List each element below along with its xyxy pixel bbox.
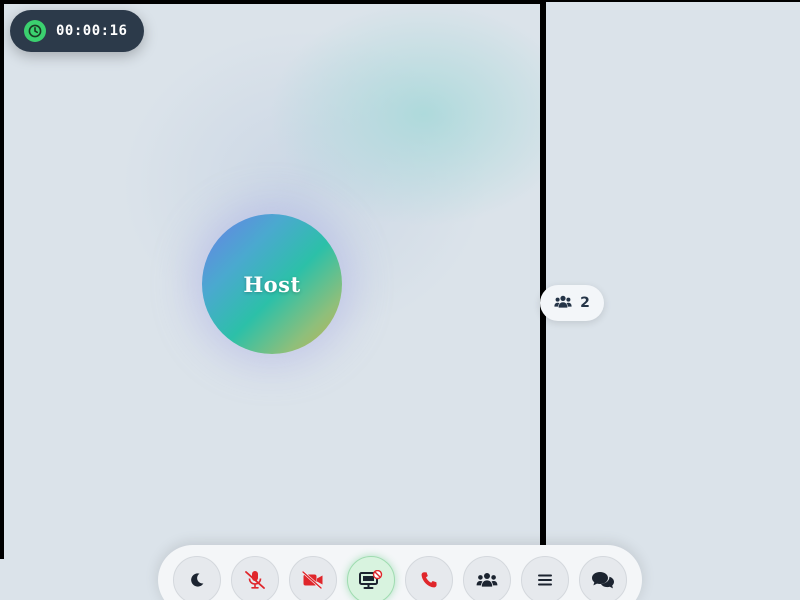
microphone-muted-icon <box>244 570 266 590</box>
end-call-button[interactable] <box>405 556 453 600</box>
menu-button[interactable] <box>521 556 569 600</box>
call-controls-toolbar <box>158 545 642 600</box>
clock-icon <box>24 20 46 42</box>
screen-share-blocked-icon <box>359 570 383 590</box>
phone-icon <box>420 571 438 589</box>
video-call-screen: Host 00:00:16 2 <box>0 0 800 600</box>
chat-bubbles-icon <box>591 570 615 590</box>
host-name-label: Host <box>243 271 301 297</box>
theme-toggle-button[interactable] <box>173 556 221 600</box>
call-timer: 00:00:16 <box>10 10 144 52</box>
video-off-icon <box>302 571 324 589</box>
users-icon <box>476 572 498 588</box>
microphone-button[interactable] <box>231 556 279 600</box>
main-video-tile[interactable]: Host <box>4 4 540 559</box>
participants-button[interactable] <box>463 556 511 600</box>
users-icon <box>554 294 572 313</box>
moon-icon <box>189 572 205 588</box>
screen-share-button[interactable] <box>347 556 395 600</box>
hamburger-icon <box>537 573 553 587</box>
host-avatar: Host <box>202 214 342 354</box>
chat-button[interactable] <box>579 556 627 600</box>
main-video-tile-border: Host <box>0 0 546 559</box>
participants-count-badge[interactable]: 2 <box>540 285 604 321</box>
call-timer-value: 00:00:16 <box>56 23 128 39</box>
camera-button[interactable] <box>289 556 337 600</box>
participants-count: 2 <box>580 295 590 311</box>
